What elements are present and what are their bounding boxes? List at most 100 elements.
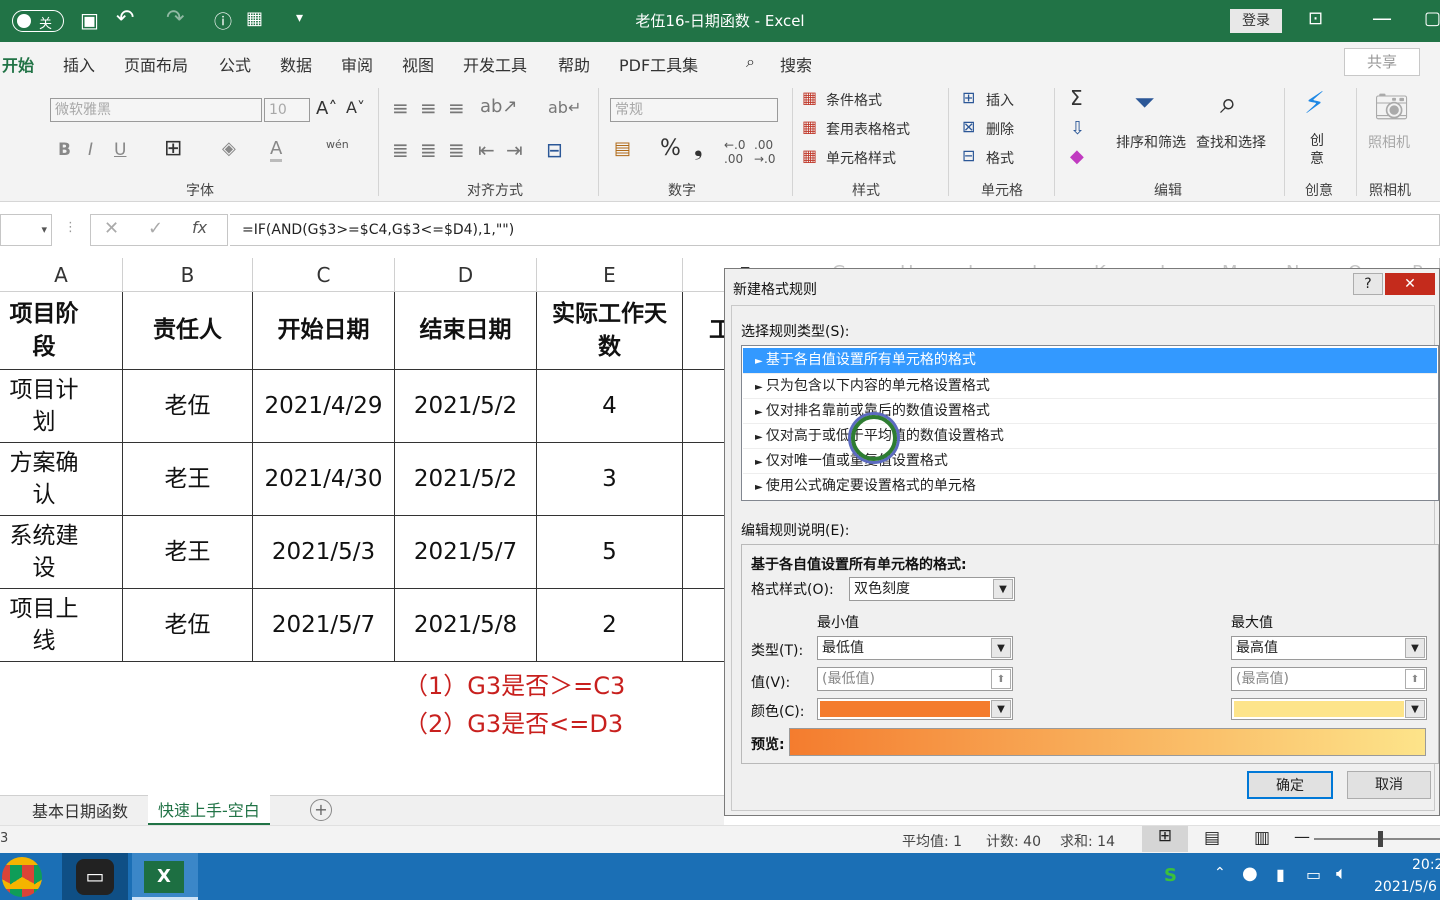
tab-formulas[interactable]: 公式 (219, 52, 251, 76)
align-right-icon[interactable]: ≣ (448, 138, 465, 162)
table-cell[interactable]: 2021/5/2 (395, 370, 537, 443)
normal-view-icon[interactable]: ⊞ (1142, 826, 1188, 852)
add-sheet-icon[interactable]: + (310, 799, 332, 821)
find-select-icon[interactable]: ⌕ (1220, 86, 1237, 121)
tab-view[interactable]: 视图 (402, 52, 434, 76)
table-header-cell[interactable]: 结束日期 (395, 292, 537, 370)
wechat-icon[interactable]: ● (1242, 863, 1258, 884)
sogou-icon[interactable]: S (1164, 865, 1177, 886)
clock-date[interactable]: 2021/5/6 (1374, 879, 1437, 895)
collapse-dialog-icon[interactable]: ⬆ (1405, 669, 1425, 689)
merge-center-icon[interactable]: ⊟ (546, 138, 563, 162)
font-name-combo[interactable]: 微软雅黑 (50, 98, 262, 122)
search-box[interactable]: 搜索 (780, 52, 812, 76)
table-cell[interactable] (683, 443, 724, 516)
insert-cells-button[interactable]: 插入 (986, 90, 1014, 110)
font-size-combo[interactable]: 10 (264, 98, 310, 122)
table-cell[interactable]: 2021/5/8 (395, 589, 537, 662)
table-cell[interactable] (683, 370, 724, 443)
table-cell[interactable]: 2021/5/7 (253, 589, 395, 662)
rule-type-item[interactable]: ► 使用公式确定要设置格式的单元格 (743, 473, 1437, 498)
network-icon[interactable]: ▭ (1306, 865, 1321, 884)
wrap-text-icon[interactable]: ab↵ (548, 98, 581, 117)
delete-cells-icon[interactable]: ⊠ (962, 117, 975, 136)
format-cells-icon[interactable]: ⊟ (962, 146, 975, 165)
lightning-icon[interactable]: ⚡ (1304, 86, 1325, 121)
align-middle-icon[interactable]: ≡ (420, 96, 437, 120)
rule-type-item[interactable]: ► 基于各自值设置所有单元格的格式 (743, 348, 1437, 373)
zoom-out-icon[interactable]: — (1294, 827, 1310, 846)
sheet-tab-quick-start[interactable]: 快速上手-空白 (148, 795, 270, 825)
table-cell[interactable]: 系统建设 (0, 516, 123, 589)
format-as-table-button[interactable]: 套用表格格式 (826, 119, 910, 139)
tab-data[interactable]: 数据 (280, 52, 312, 76)
enter-icon[interactable]: ✓ (148, 218, 163, 239)
tab-home[interactable]: 开始 (2, 52, 35, 83)
format-as-table-icon[interactable]: ▦ (802, 117, 817, 136)
max-color-picker[interactable]: ▼ (1231, 698, 1427, 720)
table-cell[interactable]: 2021/5/3 (253, 516, 395, 589)
minimize-icon[interactable]: — (1372, 6, 1392, 30)
tab-pdf-tools[interactable]: PDF工具集 (619, 52, 698, 76)
name-box[interactable]: ▾ (0, 214, 52, 246)
format-cells-button[interactable]: 格式 (986, 148, 1014, 168)
collapse-dialog-icon[interactable]: ⬆ (991, 669, 1011, 689)
create-button[interactable]: 创意 (1310, 132, 1324, 168)
rule-type-item[interactable]: ► 仅对高于或低于平均值的数值设置格式 (743, 423, 1437, 448)
sort-filter-button[interactable]: 排序和筛选 (1116, 132, 1186, 152)
table-cell[interactable]: 2 (537, 589, 683, 662)
percent-icon[interactable]: % (660, 136, 681, 161)
zoom-thumb[interactable] (1378, 831, 1383, 847)
tray-up-icon[interactable]: ⌃ (1214, 865, 1226, 881)
spreadsheet-grid[interactable]: 项目阶段 责任人 开始日期 结束日期 实际工作天数工项目计划 老伍 2021/4/29 202… (0, 292, 732, 662)
volume-icon[interactable]: 🔈︎ (1336, 863, 1347, 884)
tab-help[interactable]: 帮助 (558, 52, 590, 76)
sheet-tab-basic-date[interactable]: 基本日期函数 (32, 798, 128, 822)
format-style-select[interactable]: 双色刻度 ▼ (849, 577, 1015, 601)
increase-decimal-icon[interactable]: ←.0.00 (724, 138, 746, 166)
table-header-cell[interactable]: 工 (683, 292, 732, 370)
fill-color-icon[interactable]: ◈ (222, 138, 236, 159)
column-header-c[interactable]: C (253, 258, 395, 292)
column-header-b[interactable]: B (123, 258, 253, 292)
table-cell[interactable]: 2021/5/2 (395, 443, 537, 516)
table-cell[interactable]: 2021/4/29 (253, 370, 395, 443)
min-type-select[interactable]: 最低值 ▼ (817, 636, 1013, 660)
autosum-icon[interactable]: Σ (1070, 86, 1083, 110)
max-value-input[interactable]: (最高值) ⬆ (1231, 667, 1427, 691)
table-cell[interactable]: 老王 (123, 516, 253, 589)
maximize-icon[interactable]: ▢ (1424, 8, 1440, 29)
cell-styles-icon[interactable]: ▦ (802, 146, 817, 165)
table-cell[interactable] (683, 589, 724, 662)
tab-review[interactable]: 审阅 (341, 52, 373, 76)
column-header-d[interactable]: D (395, 258, 537, 292)
formula-options-icon[interactable]: ⋮ (64, 220, 77, 235)
tab-page-layout[interactable]: 页面布局 (124, 52, 188, 76)
comma-style-icon[interactable]: ❟ (694, 136, 703, 161)
rule-type-item[interactable]: ► 仅对唯一值或重复值设置格式 (743, 448, 1437, 473)
decrease-indent-icon[interactable]: ⇤ (478, 138, 495, 162)
table-cell[interactable]: 老王 (123, 443, 253, 516)
fill-icon[interactable]: ⇩ (1070, 118, 1085, 139)
align-left-icon[interactable]: ≣ (392, 138, 409, 162)
table-header-cell[interactable]: 项目阶段 (0, 292, 123, 370)
ribbon-display-icon[interactable]: ⊡ (1308, 8, 1323, 29)
login-button[interactable]: 登录 (1230, 9, 1282, 33)
font-color-icon[interactable]: A (270, 138, 283, 162)
table-cell[interactable]: 老伍 (123, 370, 253, 443)
formula-input[interactable]: =IF(AND(G$3>=$C4,G$3<=$D4),1,"") (230, 214, 1440, 246)
cancel-button[interactable]: 取消 (1347, 771, 1431, 799)
cancel-entry-icon[interactable]: ✕ (104, 218, 119, 239)
column-header-a[interactable]: A (0, 258, 123, 292)
phonetic-icon[interactable]: wén (326, 138, 349, 151)
table-cell[interactable]: 4 (537, 370, 683, 443)
tab-insert[interactable]: 插入 (63, 52, 95, 76)
table-cell[interactable]: 2021/4/30 (253, 443, 395, 516)
clock-time[interactable]: 20:2 (1412, 857, 1440, 873)
clear-icon[interactable]: ◆ (1070, 146, 1084, 167)
underline-icon[interactable]: U (114, 140, 126, 160)
camera-icon[interactable]: 📷︎ (1374, 90, 1410, 123)
table-cell[interactable] (683, 516, 724, 589)
dialog-help-button[interactable]: ? (1353, 273, 1383, 295)
border-icon[interactable]: ⊞ (164, 136, 182, 161)
